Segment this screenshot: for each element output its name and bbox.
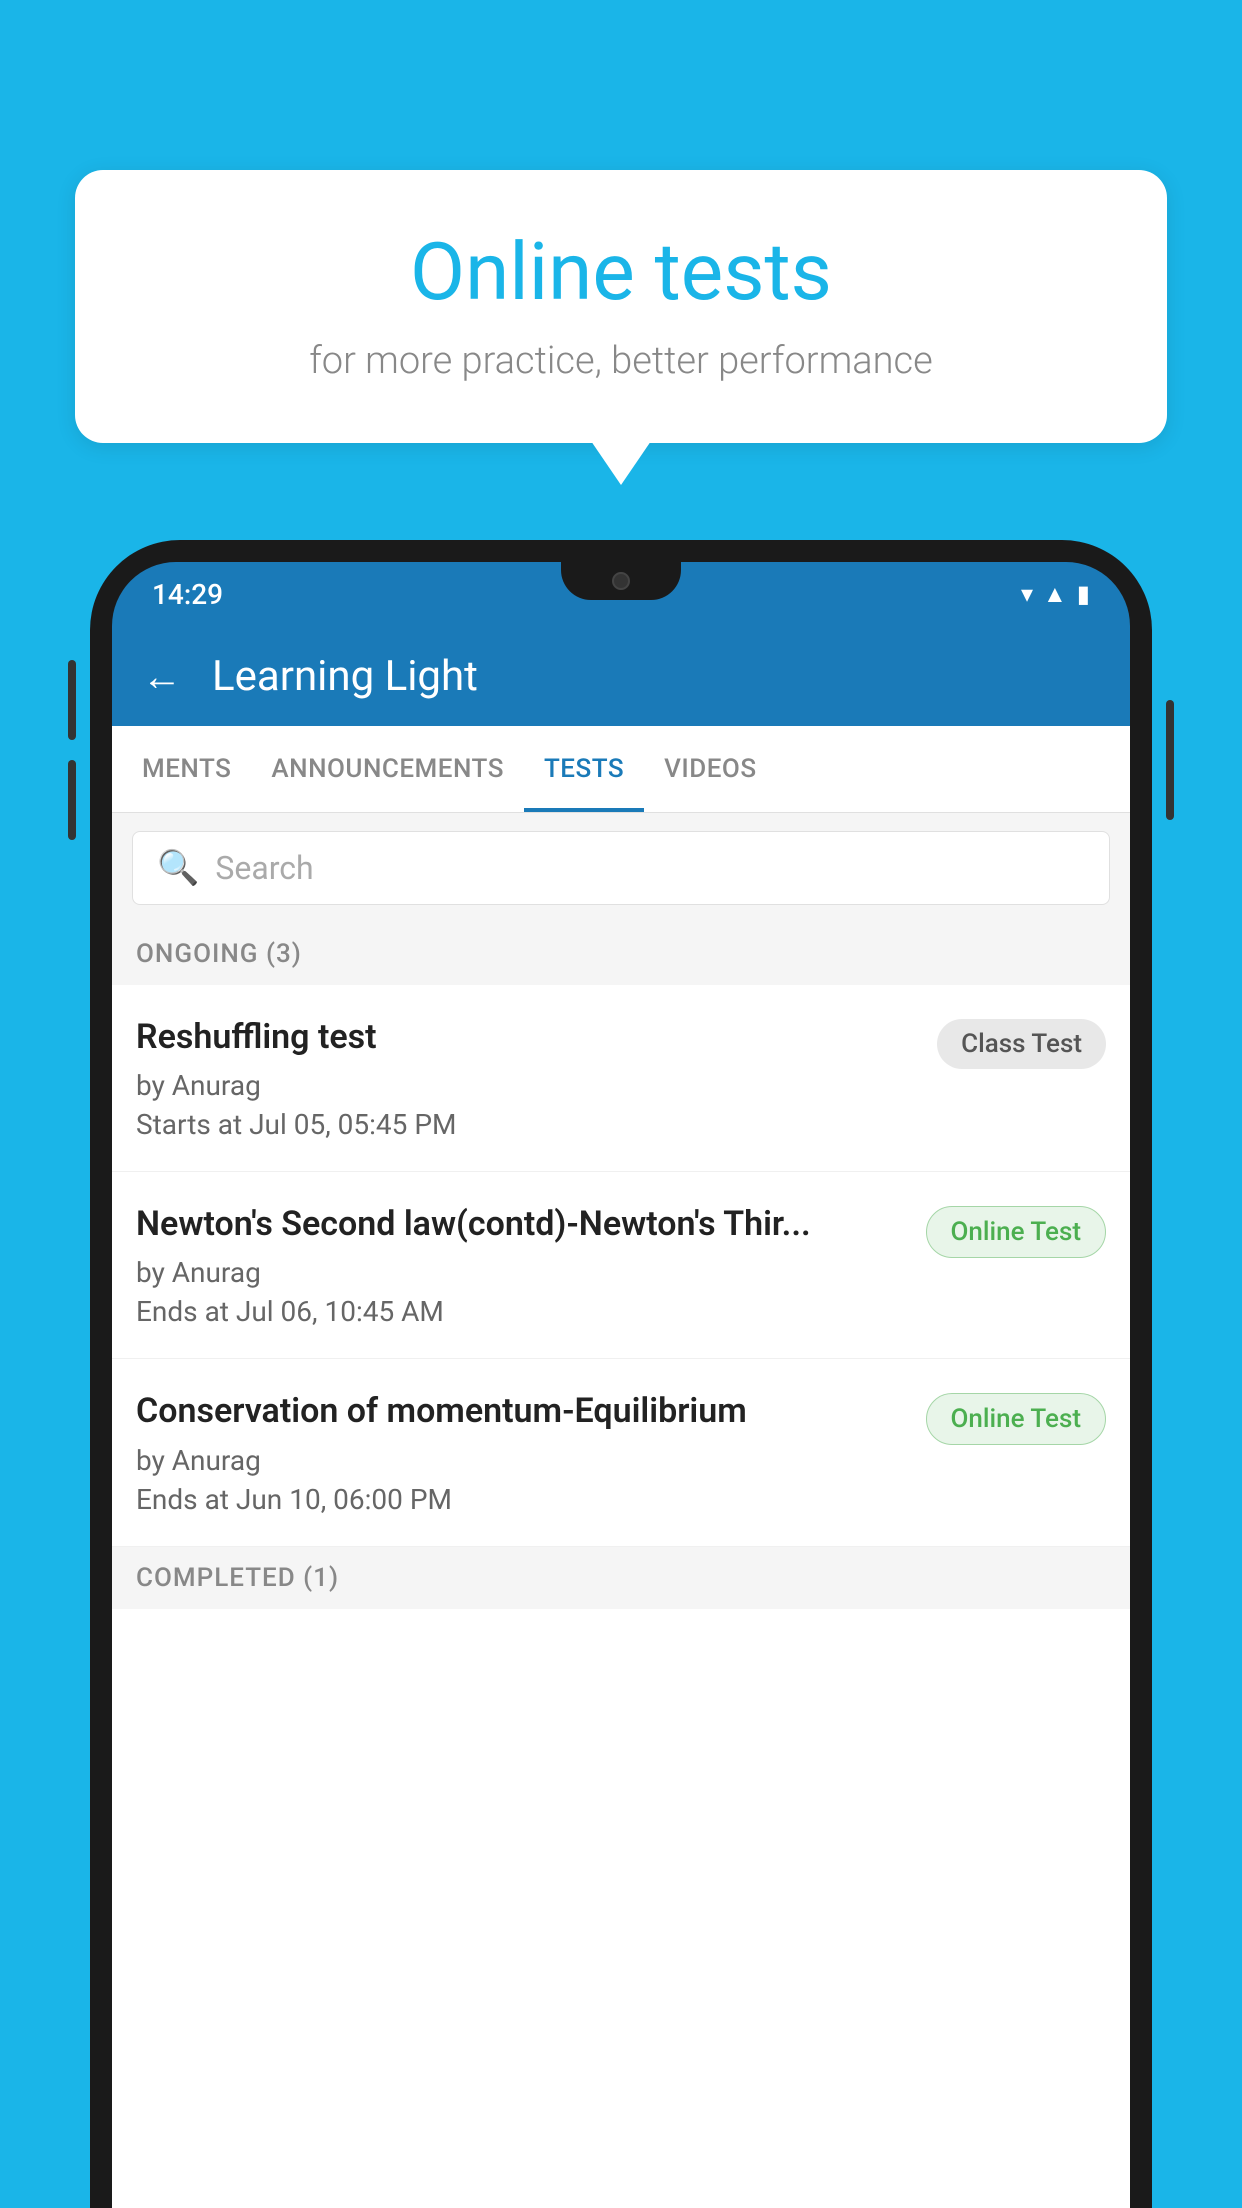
wifi-icon: ▾ <box>1021 580 1033 608</box>
volume-up-button[interactable] <box>68 660 76 740</box>
test-name: Conservation of momentum-Equilibrium <box>136 1389 906 1433</box>
phone-screen: ← Learning Light MENTS ANNOUNCEMENTS TES… <box>112 626 1130 2208</box>
test-item[interactable]: Newton's Second law(contd)-Newton's Thir… <box>112 1172 1130 1359</box>
bubble-subtitle: for more practice, better performance <box>135 339 1107 383</box>
test-item[interactable]: Conservation of momentum-Equilibrium by … <box>112 1359 1130 1546</box>
clock: 14:29 <box>152 578 223 611</box>
power-button[interactable] <box>1166 700 1174 820</box>
status-bar: 14:29 ▾ ▲ ▮ <box>112 562 1130 626</box>
test-item-info: Conservation of momentum-Equilibrium by … <box>136 1389 926 1515</box>
test-author: by Anurag <box>136 1444 906 1477</box>
search-bar[interactable]: 🔍 Search <box>132 831 1110 905</box>
test-time: Ends at Jun 10, 06:00 PM <box>136 1483 906 1516</box>
test-author: by Anurag <box>136 1069 917 1102</box>
tabs-bar: MENTS ANNOUNCEMENTS TESTS VIDEOS <box>112 726 1130 813</box>
front-camera <box>612 572 630 590</box>
tab-videos[interactable]: VIDEOS <box>644 726 776 812</box>
test-author: by Anurag <box>136 1256 906 1289</box>
test-badge: Online Test <box>926 1393 1107 1445</box>
search-icon: 🔍 <box>157 848 199 888</box>
speech-bubble: Online tests for more practice, better p… <box>75 170 1167 443</box>
signal-icon: ▲ <box>1043 580 1067 609</box>
bubble-title: Online tests <box>135 225 1107 319</box>
test-badge: Class Test <box>937 1019 1106 1069</box>
back-button[interactable]: ← <box>142 653 182 700</box>
status-icons: ▾ ▲ ▮ <box>1021 580 1090 609</box>
test-item-info: Reshuffling test by Anurag Starts at Jul… <box>136 1015 937 1141</box>
battery-icon: ▮ <box>1077 580 1090 608</box>
test-time: Ends at Jul 06, 10:45 AM <box>136 1295 906 1328</box>
tab-announcements[interactable]: ANNOUNCEMENTS <box>251 726 524 812</box>
ongoing-section-header: ONGOING (3) <box>112 923 1130 985</box>
search-container: 🔍 Search <box>112 813 1130 923</box>
test-name: Reshuffling test <box>136 1015 917 1059</box>
test-name: Newton's Second law(contd)-Newton's Thir… <box>136 1202 906 1246</box>
volume-down-button[interactable] <box>68 760 76 840</box>
test-badge: Online Test <box>926 1206 1107 1258</box>
app-header: ← Learning Light <box>112 626 1130 726</box>
completed-label: COMPLETED (1) <box>136 1563 339 1593</box>
test-item[interactable]: Reshuffling test by Anurag Starts at Jul… <box>112 985 1130 1172</box>
ongoing-label: ONGOING (3) <box>136 939 302 969</box>
completed-section-header: COMPLETED (1) <box>112 1547 1130 1609</box>
tab-ments[interactable]: MENTS <box>122 726 251 812</box>
phone-frame: 14:29 ▾ ▲ ▮ ← Learning Light MENTS ANNOU… <box>90 540 1152 2208</box>
test-item-info: Newton's Second law(contd)-Newton's Thir… <box>136 1202 926 1328</box>
test-time: Starts at Jul 05, 05:45 PM <box>136 1108 917 1141</box>
tab-tests[interactable]: TESTS <box>524 726 644 812</box>
notch <box>561 562 681 600</box>
search-input[interactable]: Search <box>215 849 313 887</box>
app-title: Learning Light <box>212 652 478 701</box>
